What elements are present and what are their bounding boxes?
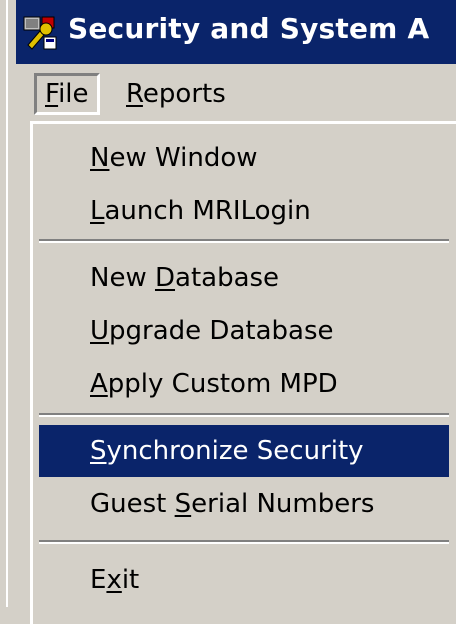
security-app-icon xyxy=(23,16,57,50)
menu-reports-accel: R xyxy=(126,79,143,109)
item-post: ynchronize Security xyxy=(106,436,364,466)
menu-item-synchronize-security[interactable]: Synchronize Security xyxy=(39,425,449,477)
menu-separator xyxy=(39,540,449,544)
item-accel: D xyxy=(154,263,176,293)
menu-item-new-database[interactable]: New Database xyxy=(39,252,449,304)
menu-item-guest-serial-numbers[interactable]: Guest Serial Numbers xyxy=(39,478,449,530)
menu-item-apply-custom-mpd[interactable]: Apply Custom MPD xyxy=(39,358,449,410)
menu-item-new-window[interactable]: New Window xyxy=(39,132,449,184)
item-accel: x xyxy=(106,565,122,595)
item-post: atabase xyxy=(175,263,280,293)
item-post: erial Numbers xyxy=(191,489,375,519)
item-post: pgrade Database xyxy=(109,316,334,346)
title-bar[interactable]: Security and System A xyxy=(16,0,456,64)
menu-separator xyxy=(39,413,449,417)
item-pre: E xyxy=(90,565,107,595)
file-dropdown-menu: New Window Launch MRILogin New Database … xyxy=(30,121,456,624)
menu-file[interactable]: File xyxy=(34,73,100,115)
item-post: aunch MRILogin xyxy=(104,196,311,226)
item-post: pply Custom MPD xyxy=(107,369,338,399)
menu-item-upgrade-database[interactable]: Upgrade Database xyxy=(39,305,449,357)
menu-reports[interactable]: Reports xyxy=(114,73,238,115)
window-frame-left xyxy=(0,0,16,607)
menu-item-launch-mrilogin[interactable]: Launch MRILogin xyxy=(39,185,449,237)
menu-item-exit[interactable]: Exit xyxy=(39,554,449,606)
item-accel: L xyxy=(90,196,105,226)
menu-file-label: ile xyxy=(58,79,89,109)
window-title: Security and System A xyxy=(68,12,430,45)
menu-file-accel: F xyxy=(45,79,59,109)
menu-reports-label: eports xyxy=(142,79,226,109)
item-accel: A xyxy=(90,369,108,399)
menu-bar: File Reports xyxy=(16,64,456,122)
menu-separator xyxy=(39,239,449,243)
item-post: it xyxy=(121,565,140,595)
item-accel: U xyxy=(90,316,110,346)
item-accel: S xyxy=(90,436,107,466)
item-accel: S xyxy=(174,489,192,519)
item-accel: N xyxy=(90,143,110,173)
item-pre: Guest xyxy=(90,489,175,519)
item-post: ew Window xyxy=(109,143,258,173)
item-pre: New xyxy=(90,263,155,293)
